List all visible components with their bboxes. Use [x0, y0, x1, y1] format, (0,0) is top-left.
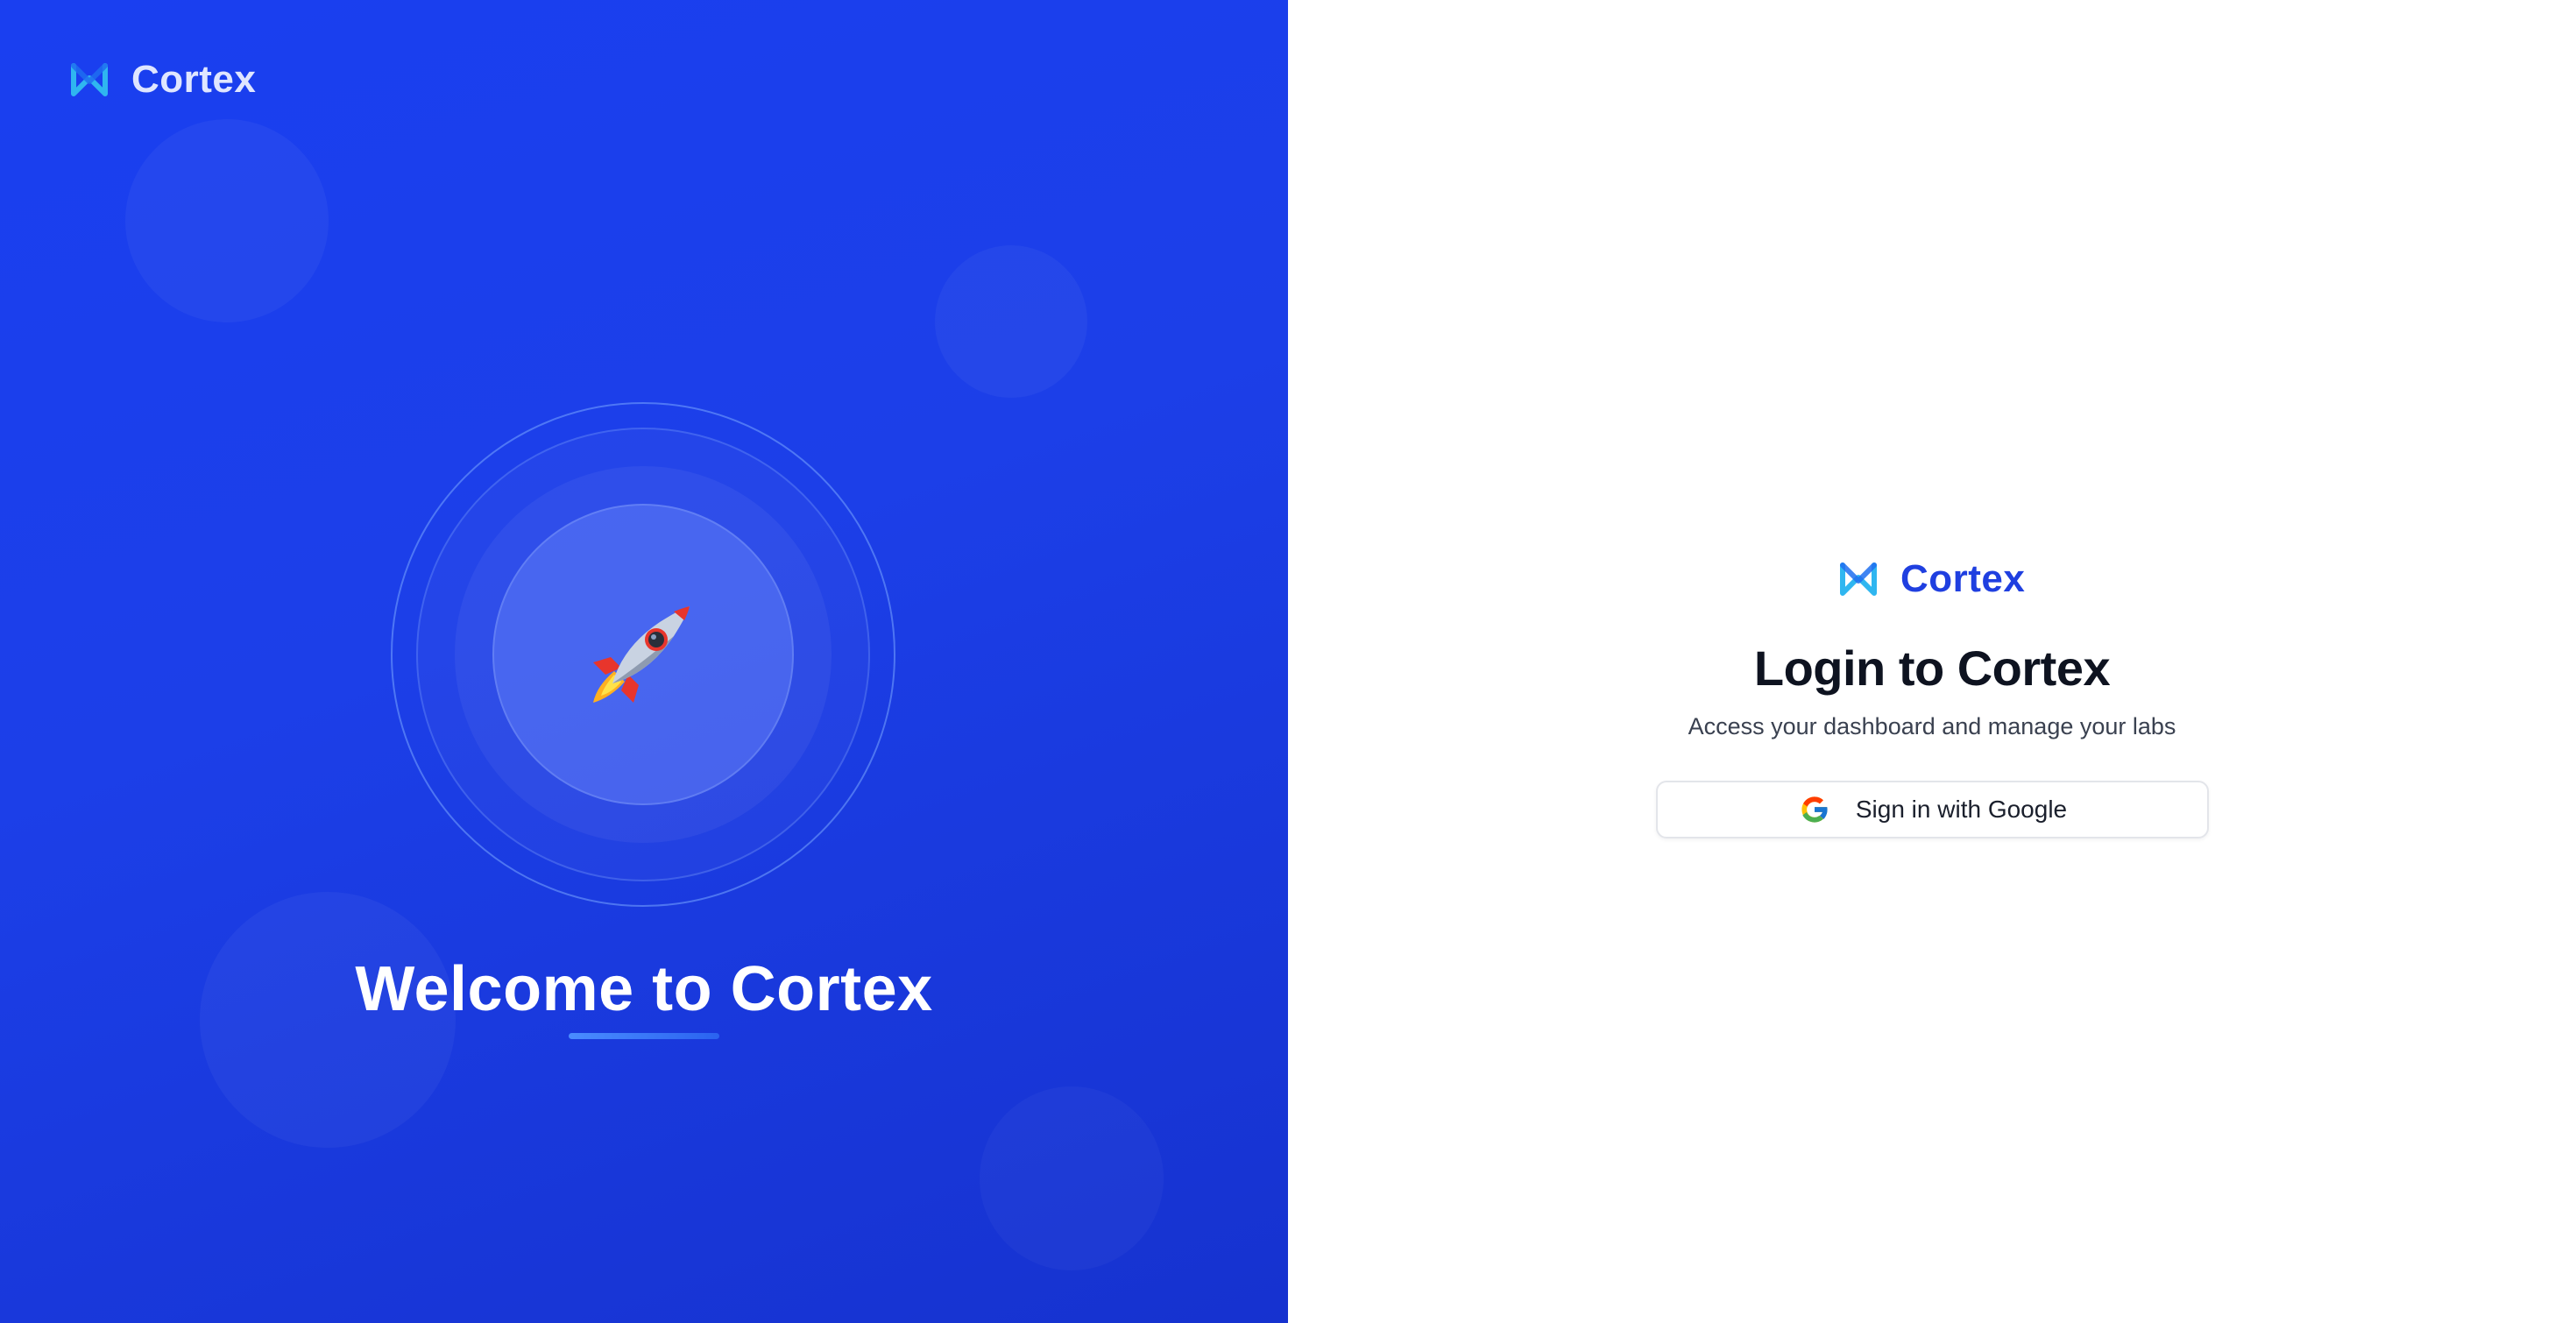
hero-brand-name: Cortex	[131, 58, 257, 101]
hero-brand: Cortex	[68, 58, 256, 102]
title-underline	[569, 1033, 719, 1039]
google-sign-in-label: Sign in with Google	[1855, 796, 2068, 823]
login-subtitle: Access your dashboard and manage your la…	[1688, 713, 2176, 739]
decorative-bubble	[980, 1086, 1164, 1270]
decorative-bubble	[935, 245, 1087, 398]
login-panel: Cortex Login to Cortex Access your dashb…	[1288, 0, 2576, 1323]
google-sign-in-button[interactable]: Sign in with Google	[1656, 781, 2209, 838]
login-title: Login to Cortex	[1753, 640, 2111, 696]
welcome-panel: Cortex Welcome to Cortex	[0, 0, 1288, 1323]
cortex-logo-icon	[1840, 562, 1877, 596]
google-g-icon	[1801, 796, 1829, 823]
login-brand: Cortex	[1837, 557, 2025, 601]
welcome-title: Welcome to Cortex	[355, 954, 933, 1024]
rocket-icon	[593, 606, 690, 703]
login-page: Cortex Welcome to Cortex Cortex Login to…	[0, 0, 2576, 1323]
hero-emblem	[391, 402, 895, 907]
login-brand-name: Cortex	[1900, 557, 2026, 600]
decorative-bubble	[125, 119, 329, 322]
cortex-logo-icon	[71, 63, 108, 96]
